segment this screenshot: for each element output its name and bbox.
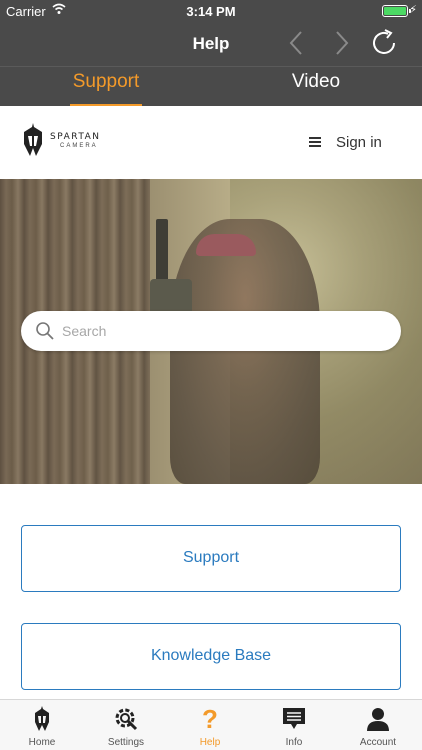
clock: 3:14 PM — [186, 4, 236, 19]
tabbar-settings-label: Settings — [107, 737, 145, 748]
tab-video-label: Video — [291, 71, 341, 92]
hunter-figure — [170, 219, 320, 484]
forward-chevron-icon[interactable] — [326, 28, 356, 58]
spartan-helmet-icon — [35, 706, 49, 731]
status-bar: Carrier 3:14 PM ⚡ — [0, 0, 422, 22]
app-header: Carrier 3:14 PM ⚡ Help Support Video — [0, 0, 422, 107]
battery-icon — [382, 5, 411, 17]
logo-wordmark: SPARTAN — [50, 132, 101, 142]
tabbar-account-label: Account — [359, 737, 397, 748]
tabbar-home-label: Home — [28, 737, 56, 748]
page-title: Help — [192, 34, 230, 53]
support-button[interactable]: Support — [21, 525, 401, 592]
back-chevron-icon[interactable] — [282, 28, 312, 58]
question-mark-icon: ? — [202, 706, 218, 732]
tabbar-home[interactable]: Home — [0, 700, 84, 750]
tabbar-info[interactable]: Info — [252, 700, 336, 750]
hamburger-menu-icon[interactable] — [309, 137, 321, 147]
tab-support-label: Support — [72, 71, 140, 92]
sign-in-link[interactable]: Sign in — [336, 134, 382, 151]
site-header: SPARTAN CAMERA Sign in — [0, 106, 422, 179]
tab-support[interactable]: Support — [70, 71, 142, 107]
bottom-tab-bar: Home Settings ? Help Info Account — [0, 699, 422, 750]
reload-icon[interactable] — [368, 27, 400, 59]
gear-wrench-icon — [115, 708, 138, 731]
tabbar-settings[interactable]: Settings — [84, 700, 168, 750]
hunter-cap — [196, 234, 256, 256]
tabbar-help-label: Help — [199, 737, 221, 748]
tabbar-account[interactable]: Account — [336, 700, 420, 750]
tabbar-info-label: Info — [285, 737, 303, 748]
search-input[interactable]: Search — [21, 311, 401, 351]
tab-video[interactable]: Video — [280, 71, 352, 107]
svg-text:?: ? — [202, 706, 218, 732]
message-icon — [283, 708, 305, 729]
charging-icon: ⚡ — [409, 4, 417, 16]
search-placeholder: Search — [62, 323, 107, 339]
tabbar-help[interactable]: ? Help — [168, 700, 252, 750]
user-icon — [367, 708, 389, 731]
navigation-bar: Help — [0, 22, 422, 66]
search-icon — [36, 322, 54, 340]
spartan-camera-logo[interactable]: SPARTAN CAMERA — [22, 122, 132, 162]
logo-subtext: CAMERA — [60, 143, 98, 149]
knowledge-base-button[interactable]: Knowledge Base — [21, 623, 401, 690]
camera-antenna — [156, 219, 168, 281]
spartan-helmet-logo-icon — [24, 123, 42, 156]
segment-tabs: Support Video — [0, 66, 422, 107]
